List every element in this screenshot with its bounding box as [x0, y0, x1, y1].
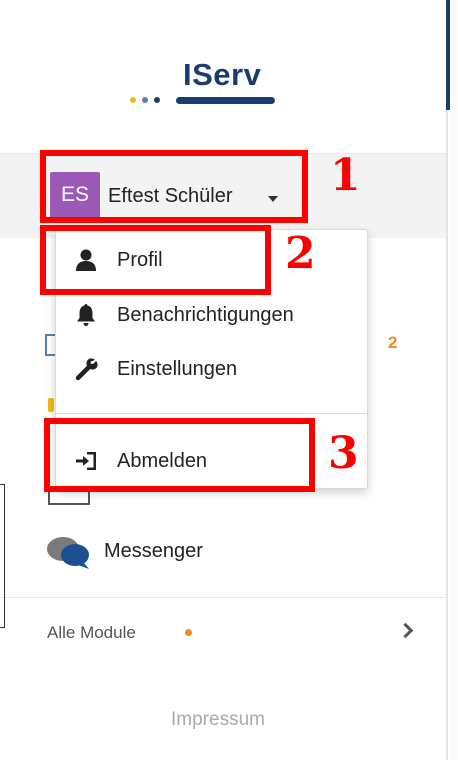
annotation-number-2: 2 — [285, 228, 316, 279]
wrench-icon — [75, 358, 98, 381]
menu-label-einstellungen: Einstellungen — [117, 358, 238, 380]
divider — [0, 597, 446, 598]
partial-outline-box — [0, 484, 5, 628]
highlight-box-2 — [40, 225, 271, 295]
content-edge — [450, 0, 458, 760]
sidebar-border — [446, 0, 448, 760]
chat-bubbles-icon — [47, 537, 89, 569]
annotation-number-3: 3 — [328, 428, 359, 479]
module-icon-partial — [48, 398, 54, 412]
highlight-box-1 — [40, 150, 308, 223]
menu-separator — [56, 413, 367, 414]
logo-dot-darkblue — [154, 97, 160, 103]
iserv-logo[interactable]: IServ — [130, 55, 280, 107]
messenger-label: Messenger — [104, 540, 203, 562]
impressum-link[interactable]: Impressum — [171, 709, 265, 731]
annotation-number-1: 1 — [330, 150, 361, 201]
highlight-box-3 — [44, 418, 315, 492]
logo-dot-yellow — [130, 97, 136, 103]
logo-dot-lightblue — [142, 97, 148, 103]
menu-item-benachrichtigungen[interactable]: Benachrichtigungen — [56, 289, 367, 339]
chevron-right-icon — [397, 622, 414, 639]
mail-unread-badge: 2 — [388, 333, 398, 352]
bell-icon — [77, 304, 95, 326]
menu-label-benachrichtigungen: Benachrichtigungen — [117, 304, 294, 326]
logo-underline — [176, 97, 275, 104]
notification-dot — [185, 629, 192, 636]
all-modules-label: Alle Module — [47, 623, 136, 642]
logo-text: IServ — [183, 57, 262, 92]
menu-item-einstellungen[interactable]: Einstellungen — [56, 343, 367, 393]
